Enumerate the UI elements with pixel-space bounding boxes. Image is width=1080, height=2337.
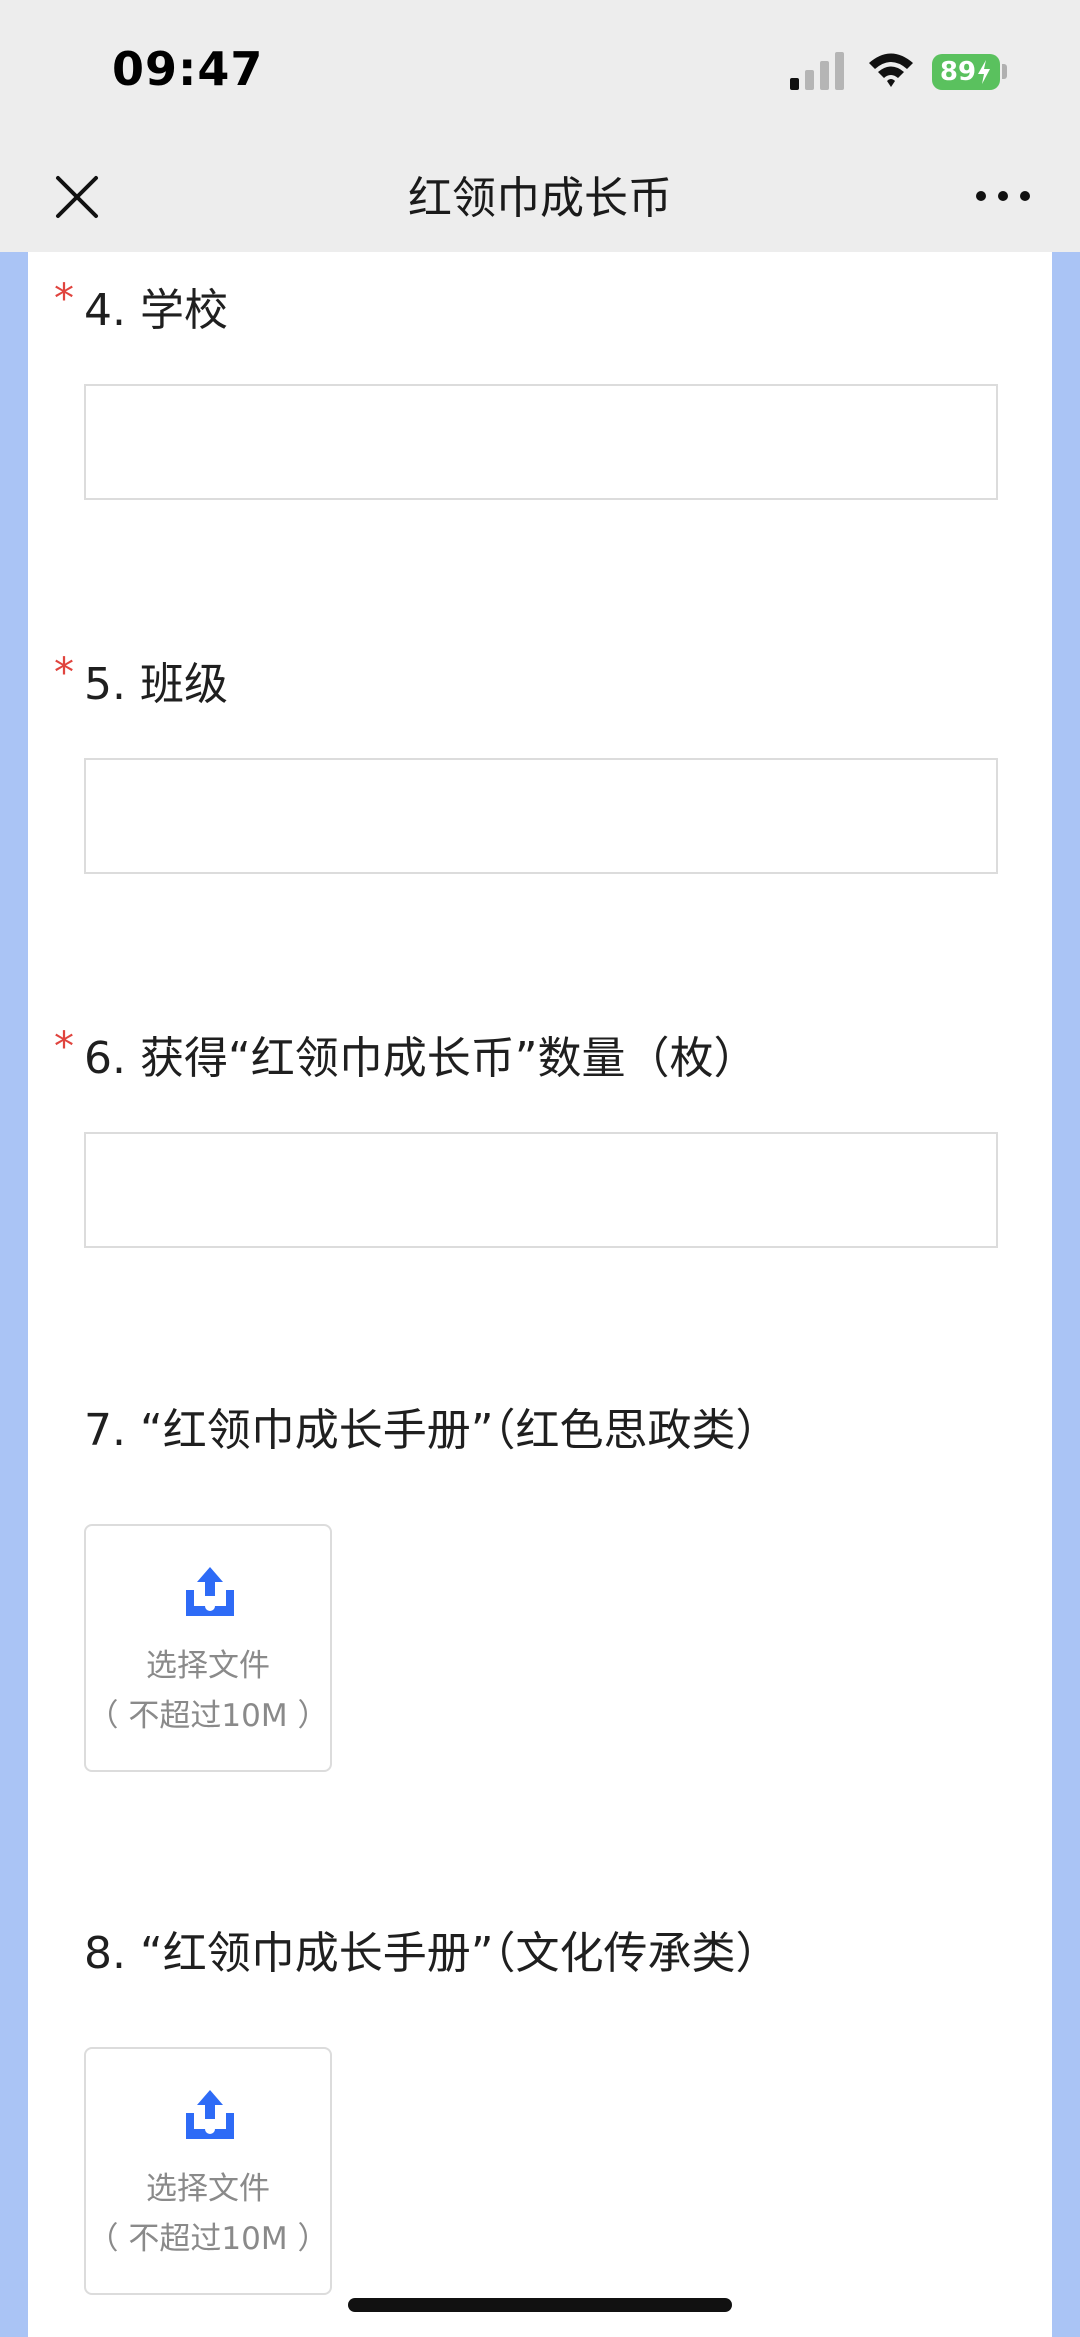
required-mark: * xyxy=(54,276,74,322)
status-bar: 09:47 89 xyxy=(0,0,1080,140)
nav-bar: 红领巾成长币 xyxy=(0,140,1080,252)
upload-label: 选择文件 xyxy=(146,2171,270,2207)
upload-icon xyxy=(186,1567,234,1616)
form-page: * 4. 学校 * 5. 班级 * 6. 获得“红领巾成长币”数量（枚） 7. … xyxy=(28,252,1052,2337)
file-upload-button[interactable]: 选择文件 （ 不超过10M ） xyxy=(84,1524,332,1772)
class-input[interactable] xyxy=(84,758,998,874)
required-mark: * xyxy=(54,650,74,696)
upload-label: 选择文件 xyxy=(146,1648,270,1684)
coin-count-input[interactable] xyxy=(84,1132,998,1248)
page-title: 红领巾成长币 xyxy=(408,173,672,224)
required-mark: * xyxy=(54,1024,74,1070)
question-title: 4. 学校 xyxy=(84,285,228,336)
battery-icon: 89 xyxy=(932,54,1000,90)
charging-bolt-icon xyxy=(978,60,991,84)
question-title: 7. “红领巾成长手册”（红色思政类） xyxy=(84,1405,780,1456)
wifi-icon xyxy=(869,53,913,87)
upload-hint: （ 不超过10M ） xyxy=(87,1698,329,1734)
battery-tip xyxy=(1002,64,1007,79)
home-indicator[interactable] xyxy=(348,2298,732,2312)
question-title: 6. 获得“红领巾成长币”数量（枚） xyxy=(84,1033,758,1084)
question-title: 8. “红领巾成长手册”（文化传承类） xyxy=(84,1928,780,1979)
file-upload-button[interactable]: 选择文件 （ 不超过10M ） xyxy=(84,2047,332,2295)
school-input[interactable] xyxy=(84,384,998,500)
status-time: 09:47 xyxy=(112,42,264,96)
upload-hint: （ 不超过10M ） xyxy=(87,2221,329,2257)
question-title: 5. 班级 xyxy=(84,659,228,710)
signal-icon xyxy=(790,52,844,90)
more-icon[interactable] xyxy=(968,170,1038,222)
upload-icon xyxy=(186,2090,234,2139)
battery-level: 89 xyxy=(939,57,977,87)
